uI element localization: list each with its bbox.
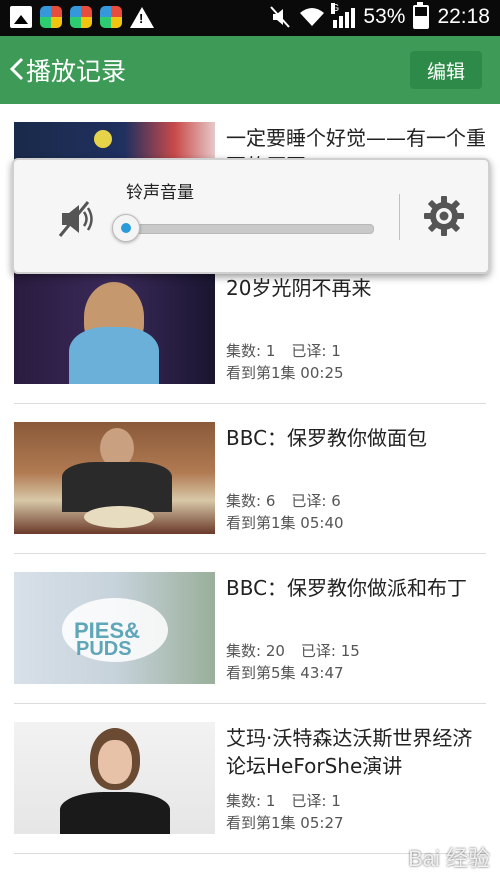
episodes-count: 集数: 1 [226,342,276,360]
volume-slider-handle[interactable] [112,214,140,242]
list-item[interactable]: 20岁光阴不再来 集数: 1 已译: 1 看到第1集 00:25 [0,254,500,404]
volume-label: 铃声音量 [126,183,194,203]
wifi-icon [300,8,325,26]
translated-count: 已译: 1 [291,792,341,810]
watch-progress: 看到第1集 05:40 [226,514,344,532]
signal-icon: G [331,3,356,28]
app-notification-icon [70,6,92,28]
translated-count: 已译: 6 [291,492,341,510]
video-title: BBC：保罗教你做面包 [226,426,428,450]
app-notification-icon [100,6,122,28]
list-item[interactable]: 艾玛·沃特森达沃斯世界经济论坛HeForShe演讲 集数: 1 已译: 1 看到第… [0,704,500,854]
video-title: BBC：保罗教你做派和布丁 [226,576,468,600]
list-item[interactable]: BBC：保罗教你做面包 集数: 6 已译: 6 看到第1集 05:40 [0,404,500,554]
battery-percent: 53% [363,5,406,28]
video-thumbnail [14,272,215,384]
episodes-count: 集数: 6 [226,492,276,510]
watermark: Bai 经验 [408,846,490,871]
video-thumbnail [14,722,215,834]
video-thumbnail [14,422,215,534]
translated-count: 已译: 15 [300,642,360,660]
translated-count: 已译: 1 [291,342,341,360]
video-title: 20岁光阴不再来 [226,276,372,300]
image-notification-icon [10,6,32,28]
episode-info: 集数: 20 已译: 15 [226,640,360,661]
volume-slider-track[interactable] [124,224,374,234]
episodes-count: 集数: 1 [226,792,276,810]
volume-dialog: 铃声音量 [12,158,490,274]
watch-progress: 看到第1集 05:27 [226,814,344,832]
episodes-count: 集数: 20 [226,642,285,660]
warning-icon: ! [130,7,154,28]
video-thumbnail: PIES& PUDS [14,572,215,684]
divider [399,194,400,240]
gear-icon[interactable] [422,194,466,238]
episode-info: 集数: 6 已译: 6 [226,490,341,511]
edit-button[interactable]: 编辑 [410,51,482,89]
mute-status-icon [270,6,291,28]
episode-info: 集数: 1 已译: 1 [226,340,341,361]
watch-progress: 看到第1集 00:25 [226,364,344,382]
back-chevron-icon[interactable] [8,56,26,82]
page-title: 播放记录 [26,57,127,86]
watch-progress: 看到第5集 43:47 [226,664,344,682]
app-bar: 播放记录 编辑 [0,36,500,104]
episode-info: 集数: 1 已译: 1 [226,790,341,811]
clock: 22:18 [437,5,490,28]
app-notification-icon [40,6,62,28]
video-title: 艾玛·沃特森达沃斯世界经济论坛HeForShe演讲 [226,726,473,778]
list-item[interactable]: PIES& PUDS BBC：保罗教你做派和布丁 集数: 20 已译: 15 看到… [0,554,500,704]
status-bar: ! G 53% 22:18 [0,0,500,36]
battery-icon [413,2,430,29]
speaker-muted-icon[interactable] [54,198,96,240]
